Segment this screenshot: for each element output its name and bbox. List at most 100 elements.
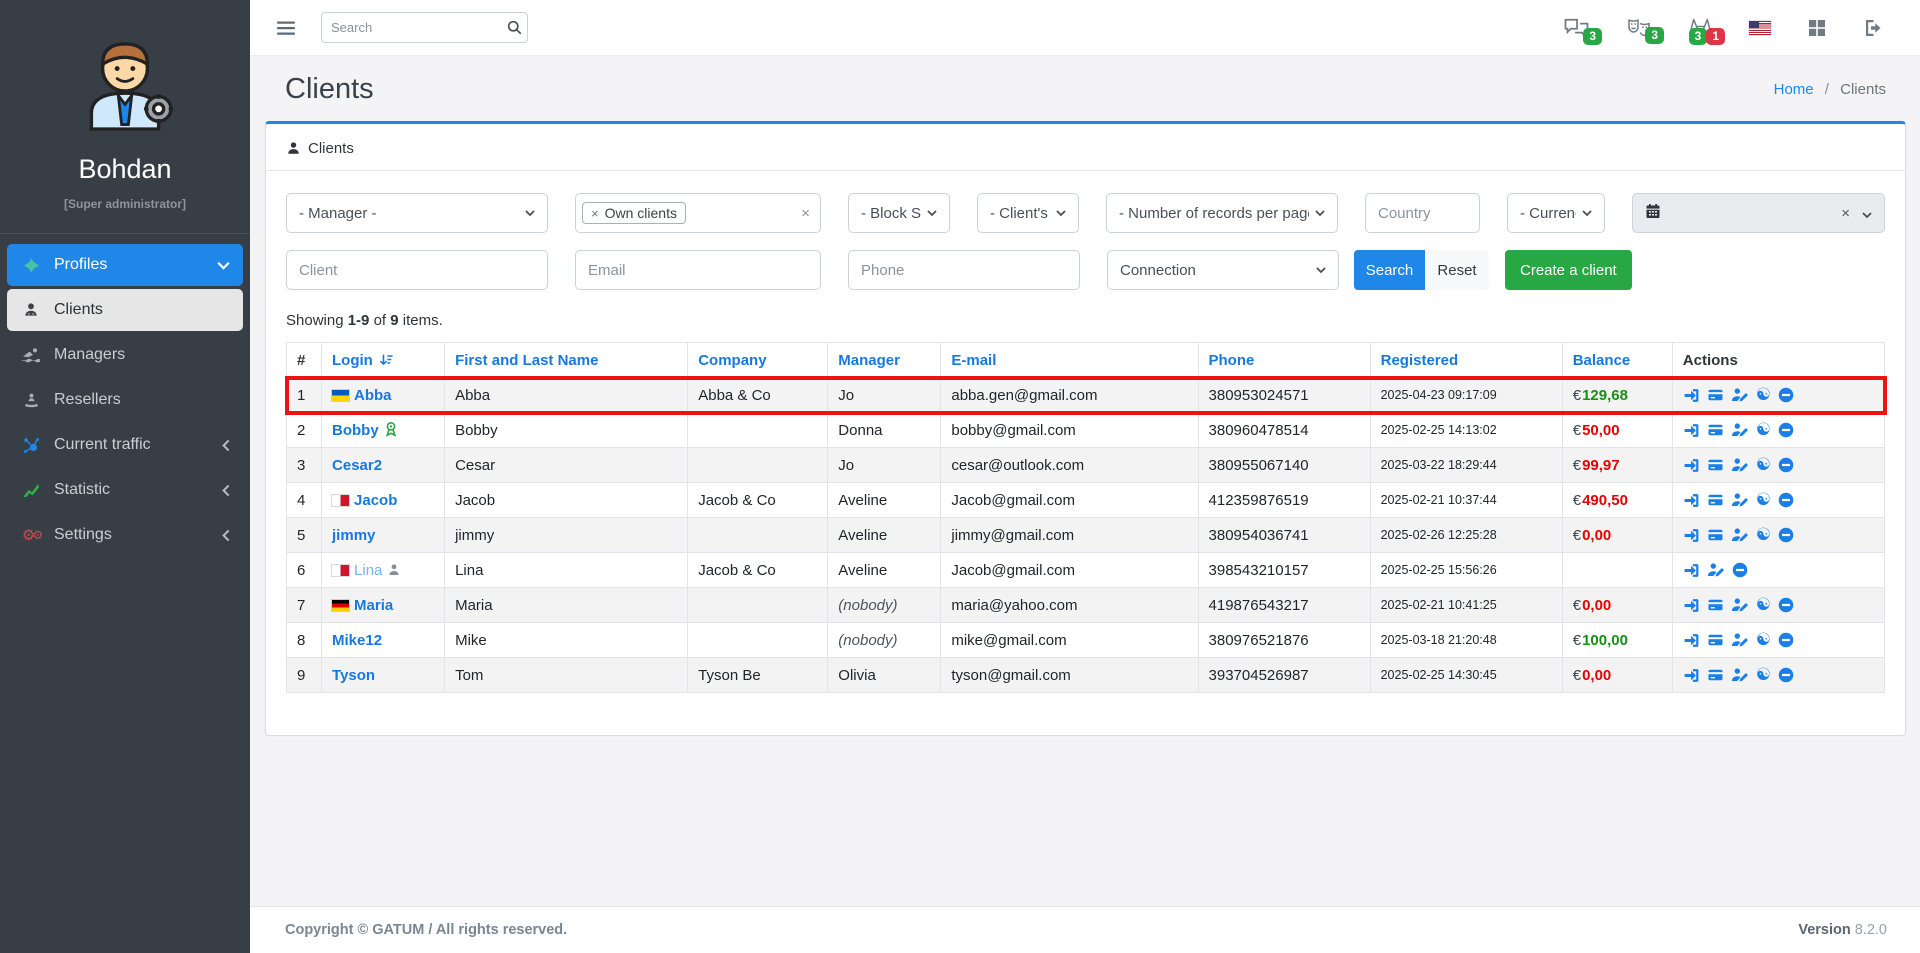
login-as-client-icon[interactable] bbox=[1683, 457, 1700, 474]
global-search-input[interactable] bbox=[331, 20, 507, 35]
edit-client-icon[interactable] bbox=[1731, 527, 1749, 543]
block-client-icon[interactable] bbox=[1778, 667, 1794, 683]
yin-yang-icon[interactable]: ☯ bbox=[1756, 597, 1771, 614]
login-as-client-icon[interactable] bbox=[1683, 632, 1700, 649]
login-as-client-icon[interactable] bbox=[1683, 527, 1700, 544]
login-as-client-icon[interactable] bbox=[1683, 667, 1700, 684]
language-flag-icon[interactable] bbox=[1749, 21, 1771, 35]
messages-icon[interactable]: 3 bbox=[1563, 17, 1590, 39]
login-as-client-icon[interactable] bbox=[1683, 562, 1700, 579]
date-range-picker[interactable]: × bbox=[1632, 193, 1885, 233]
column-header-e-mail[interactable]: E-mail bbox=[941, 343, 1198, 378]
client-login-link[interactable]: Bobby bbox=[332, 422, 379, 439]
sidebar-item-resellers[interactable]: Resellers bbox=[7, 379, 243, 421]
block-status-select[interactable]: - Block Stat bbox=[848, 193, 950, 233]
login-as-client-icon[interactable] bbox=[1683, 492, 1700, 509]
payments-icon[interactable] bbox=[1707, 457, 1724, 473]
block-client-icon[interactable] bbox=[1778, 632, 1794, 648]
yin-yang-icon[interactable]: ☯ bbox=[1756, 387, 1771, 404]
client-input[interactable] bbox=[286, 250, 548, 290]
client-login-link[interactable]: Tyson bbox=[332, 667, 375, 684]
own-clients-chip[interactable]: × Own clients bbox=[582, 202, 686, 224]
edit-client-icon[interactable] bbox=[1731, 667, 1749, 683]
column-header-balance[interactable]: Balance bbox=[1562, 343, 1672, 378]
client-login-link[interactable]: jimmy bbox=[332, 527, 375, 544]
masks-icon[interactable]: 3 bbox=[1626, 18, 1652, 38]
email-input[interactable] bbox=[575, 250, 821, 290]
client-login-link[interactable]: Jacob bbox=[354, 492, 397, 509]
client-login-link[interactable]: Mike12 bbox=[332, 632, 382, 649]
sidebar-item-profiles[interactable]: Profiles bbox=[7, 244, 243, 286]
currency-select[interactable]: - Currency - bbox=[1507, 193, 1605, 233]
company-cell: Abba & Co bbox=[688, 378, 828, 413]
edit-client-icon[interactable] bbox=[1731, 422, 1749, 438]
column-header-manager[interactable]: Manager bbox=[828, 343, 941, 378]
sidebar-item-managers[interactable]: Managers bbox=[7, 334, 243, 376]
edit-client-icon[interactable] bbox=[1731, 457, 1749, 473]
payments-icon[interactable] bbox=[1707, 632, 1724, 648]
create-client-button[interactable]: Create a client bbox=[1505, 250, 1632, 290]
client-login-link[interactable]: Maria bbox=[354, 597, 393, 614]
sidebar-item-settings[interactable]: ⚙⚙Settings bbox=[7, 514, 243, 556]
block-client-icon[interactable] bbox=[1778, 387, 1794, 403]
login-as-client-icon[interactable] bbox=[1683, 597, 1700, 614]
payments-icon[interactable] bbox=[1707, 527, 1724, 543]
yin-yang-icon[interactable]: ☯ bbox=[1756, 457, 1771, 474]
connection-select[interactable]: Connection bbox=[1107, 250, 1339, 290]
yin-yang-icon[interactable]: ☯ bbox=[1756, 527, 1771, 544]
payments-icon[interactable] bbox=[1707, 667, 1724, 683]
yin-yang-icon[interactable]: ☯ bbox=[1756, 422, 1771, 439]
sort-icon[interactable] bbox=[379, 353, 393, 367]
payments-icon[interactable] bbox=[1707, 492, 1724, 508]
sidebar-item-statistic[interactable]: Statistic bbox=[7, 469, 243, 511]
breadcrumb-home-link[interactable]: Home bbox=[1774, 81, 1814, 98]
yin-yang-icon[interactable]: ☯ bbox=[1756, 632, 1771, 649]
sidebar-item-current-traffic[interactable]: Current traffic bbox=[7, 424, 243, 466]
client-login-link[interactable]: Abba bbox=[354, 387, 392, 404]
edit-client-icon[interactable] bbox=[1731, 387, 1749, 403]
edit-client-icon[interactable] bbox=[1731, 597, 1749, 613]
remove-chip-icon[interactable]: × bbox=[591, 206, 599, 221]
sidebar-item-clients[interactable]: Clients bbox=[7, 289, 243, 331]
block-client-icon[interactable] bbox=[1778, 527, 1794, 543]
payments-icon[interactable] bbox=[1707, 422, 1724, 438]
search-icon[interactable] bbox=[507, 20, 522, 35]
edit-client-icon[interactable] bbox=[1731, 492, 1749, 508]
login-as-client-icon[interactable] bbox=[1683, 422, 1700, 439]
yin-yang-icon[interactable]: ☯ bbox=[1756, 492, 1771, 509]
manager-cell: Aveline bbox=[828, 553, 941, 588]
edit-client-icon[interactable] bbox=[1731, 632, 1749, 648]
payments-icon[interactable] bbox=[1707, 387, 1724, 403]
own-clients-filter[interactable]: × Own clients × bbox=[575, 193, 821, 233]
logout-icon[interactable] bbox=[1863, 19, 1883, 37]
yin-yang-icon[interactable]: ☯ bbox=[1756, 667, 1771, 684]
block-client-icon[interactable] bbox=[1732, 562, 1748, 578]
country-input[interactable] bbox=[1365, 193, 1480, 233]
manager-select[interactable]: - Manager - bbox=[286, 193, 548, 233]
reset-button[interactable]: Reset bbox=[1425, 250, 1489, 290]
payments-icon[interactable] bbox=[1707, 597, 1724, 613]
client-login-link[interactable]: Lina bbox=[354, 562, 382, 579]
block-client-icon[interactable] bbox=[1778, 492, 1794, 508]
records-per-page-select[interactable]: - Number of records per page - bbox=[1106, 193, 1338, 233]
login-as-client-icon[interactable] bbox=[1683, 387, 1700, 404]
client-login-link[interactable]: Cesar2 bbox=[332, 457, 382, 474]
clear-filter-icon[interactable]: × bbox=[801, 205, 810, 222]
column-header-login[interactable]: Login bbox=[322, 343, 445, 378]
gitlab-icon[interactable]: 31 bbox=[1688, 17, 1713, 39]
notification-badge: 1 bbox=[1706, 28, 1725, 45]
block-client-icon[interactable] bbox=[1778, 422, 1794, 438]
phone-input[interactable] bbox=[848, 250, 1080, 290]
edit-client-icon[interactable] bbox=[1707, 562, 1725, 578]
block-client-icon[interactable] bbox=[1778, 457, 1794, 473]
column-header-first-and-last-name[interactable]: First and Last Name bbox=[445, 343, 688, 378]
column-header-phone[interactable]: Phone bbox=[1198, 343, 1370, 378]
block-client-icon[interactable] bbox=[1778, 597, 1794, 613]
clear-date-icon[interactable]: × bbox=[1841, 205, 1850, 222]
grid-icon[interactable] bbox=[1807, 18, 1827, 38]
column-header-company[interactable]: Company bbox=[688, 343, 828, 378]
search-button[interactable]: Search bbox=[1354, 250, 1425, 290]
column-header-registered[interactable]: Registered bbox=[1370, 343, 1562, 378]
menu-toggle-icon[interactable] bbox=[275, 17, 297, 39]
client-status-select[interactable]: - Client's st bbox=[977, 193, 1079, 233]
